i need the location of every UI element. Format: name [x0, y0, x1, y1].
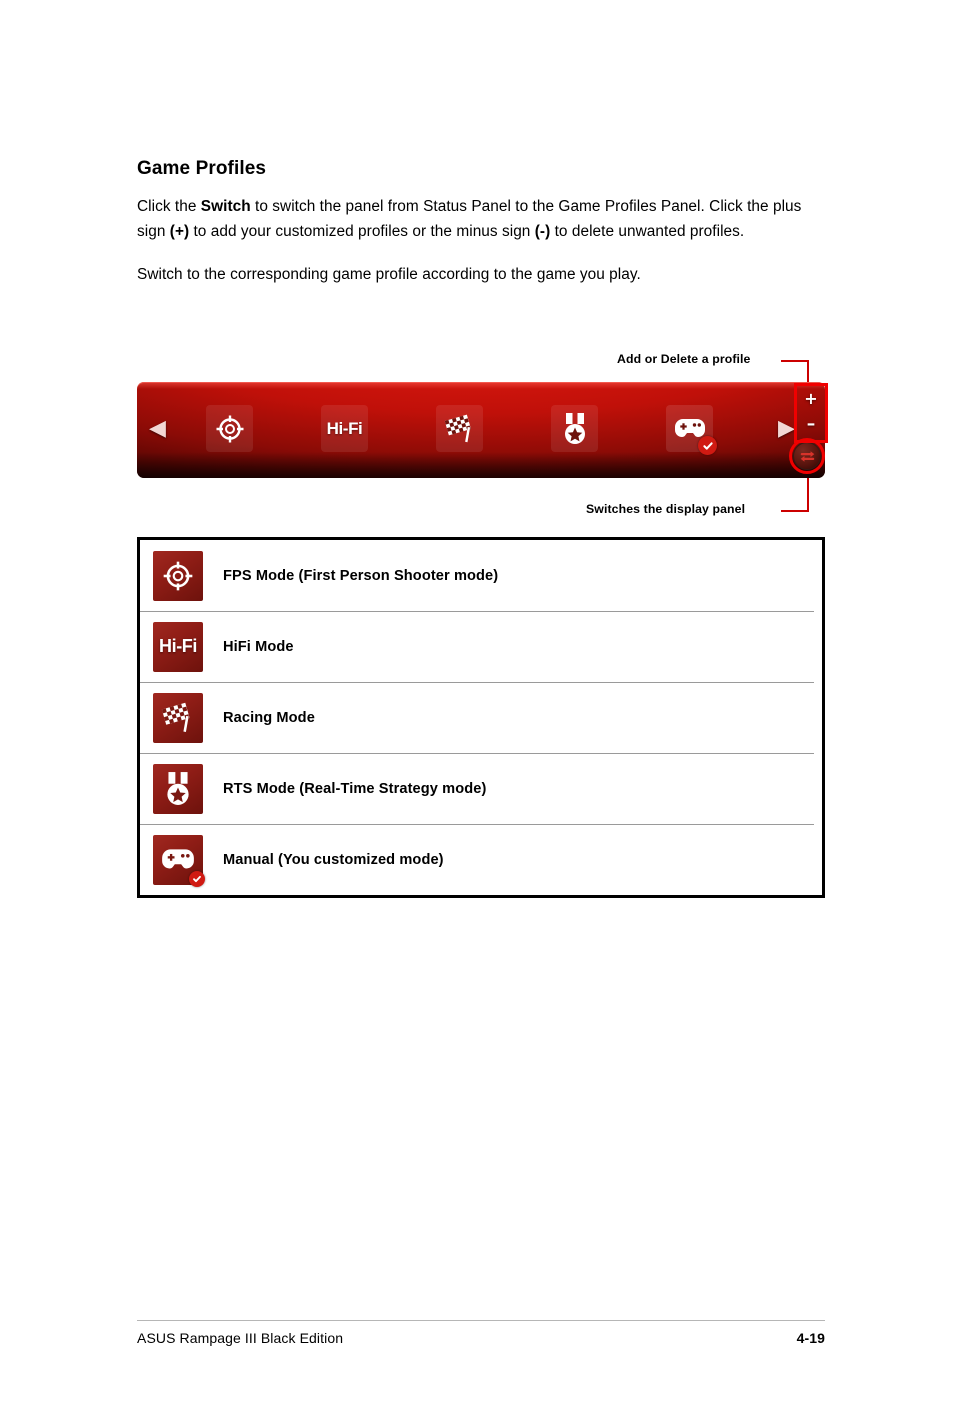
paragraph-switch-note: Switch to the corresponding game profile…: [137, 266, 641, 283]
crosshair-icon: [206, 405, 253, 452]
hifi-icon: Hi-Fi: [321, 405, 368, 452]
hifi-icon: Hi-Fi: [153, 621, 203, 672]
paragraph-intro: Click the Switch to switch the panel fro…: [137, 198, 802, 240]
table-row: Racing Mode: [140, 682, 822, 753]
content-block: Game Profiles Click the Switch to switch…: [137, 158, 827, 305]
checkered-flag-icon: [153, 692, 203, 743]
profile-tile-hifi[interactable]: Hi-Fi: [321, 405, 368, 452]
table-cell-label: HiFi Mode: [223, 638, 294, 655]
footer-product-name: ASUS Rampage III Black Edition: [137, 1330, 344, 1346]
scroll-left-arrow-icon[interactable]: ◀: [149, 418, 166, 440]
callout-switches-display-panel: Switches the display panel: [586, 502, 746, 516]
leader-line-add-vertical: [807, 360, 809, 384]
footer-divider: [137, 1320, 825, 1321]
highlight-box-add-delete: [794, 383, 828, 443]
table-cell-label: Manual (You customized mode): [223, 851, 444, 868]
game-profiles-panel: ◀ ▶ Hi-Fi + –: [137, 382, 825, 478]
table-row: RTS Mode (Real-Time Strategy mode): [140, 753, 822, 824]
selected-check-badge-icon: [698, 436, 717, 455]
table-cell-label: FPS Mode (First Person Shooter mode): [223, 567, 499, 584]
leader-line-add-horizontal: [781, 360, 809, 362]
highlight-circle-switch-button: [789, 438, 825, 474]
crosshair-icon: [153, 550, 203, 601]
page-title: Game Profiles: [137, 158, 267, 179]
table-row: Hi-Fi HiFi Mode: [140, 611, 822, 682]
game-profiles-legend-table: FPS Mode (First Person Shooter mode) Hi-…: [137, 537, 825, 898]
hifi-icon-label: Hi-Fi: [326, 418, 363, 438]
footer-page-number: 4-19: [796, 1330, 825, 1346]
profile-tile-fps[interactable]: [206, 405, 253, 452]
gamepad-icon: [153, 834, 205, 887]
profile-tile-rts[interactable]: [551, 405, 598, 452]
table-cell-label: Racing Mode: [223, 709, 315, 726]
hifi-icon-label: Hi-Fi: [159, 636, 197, 656]
callout-add-delete-profile: Add or Delete a profile: [617, 352, 751, 366]
leader-line-switch-horizontal: [781, 510, 809, 512]
checkered-flag-icon: [436, 405, 483, 452]
document-page: Game Profiles Click the Switch to switch…: [0, 0, 954, 1418]
table-row: FPS Mode (First Person Shooter mode): [140, 540, 822, 611]
gamepad-icon: [666, 405, 717, 455]
selected-check-badge-icon: [189, 870, 205, 887]
profile-tile-racing[interactable]: [436, 405, 483, 452]
scroll-right-arrow-icon[interactable]: ▶: [778, 418, 795, 440]
table-cell-label: RTS Mode (Real-Time Strategy mode): [223, 780, 487, 797]
table-row: Manual (You customized mode): [140, 824, 822, 895]
medal-icon: [551, 405, 598, 452]
medal-icon: [153, 763, 203, 814]
profile-tile-manual[interactable]: [666, 405, 717, 455]
